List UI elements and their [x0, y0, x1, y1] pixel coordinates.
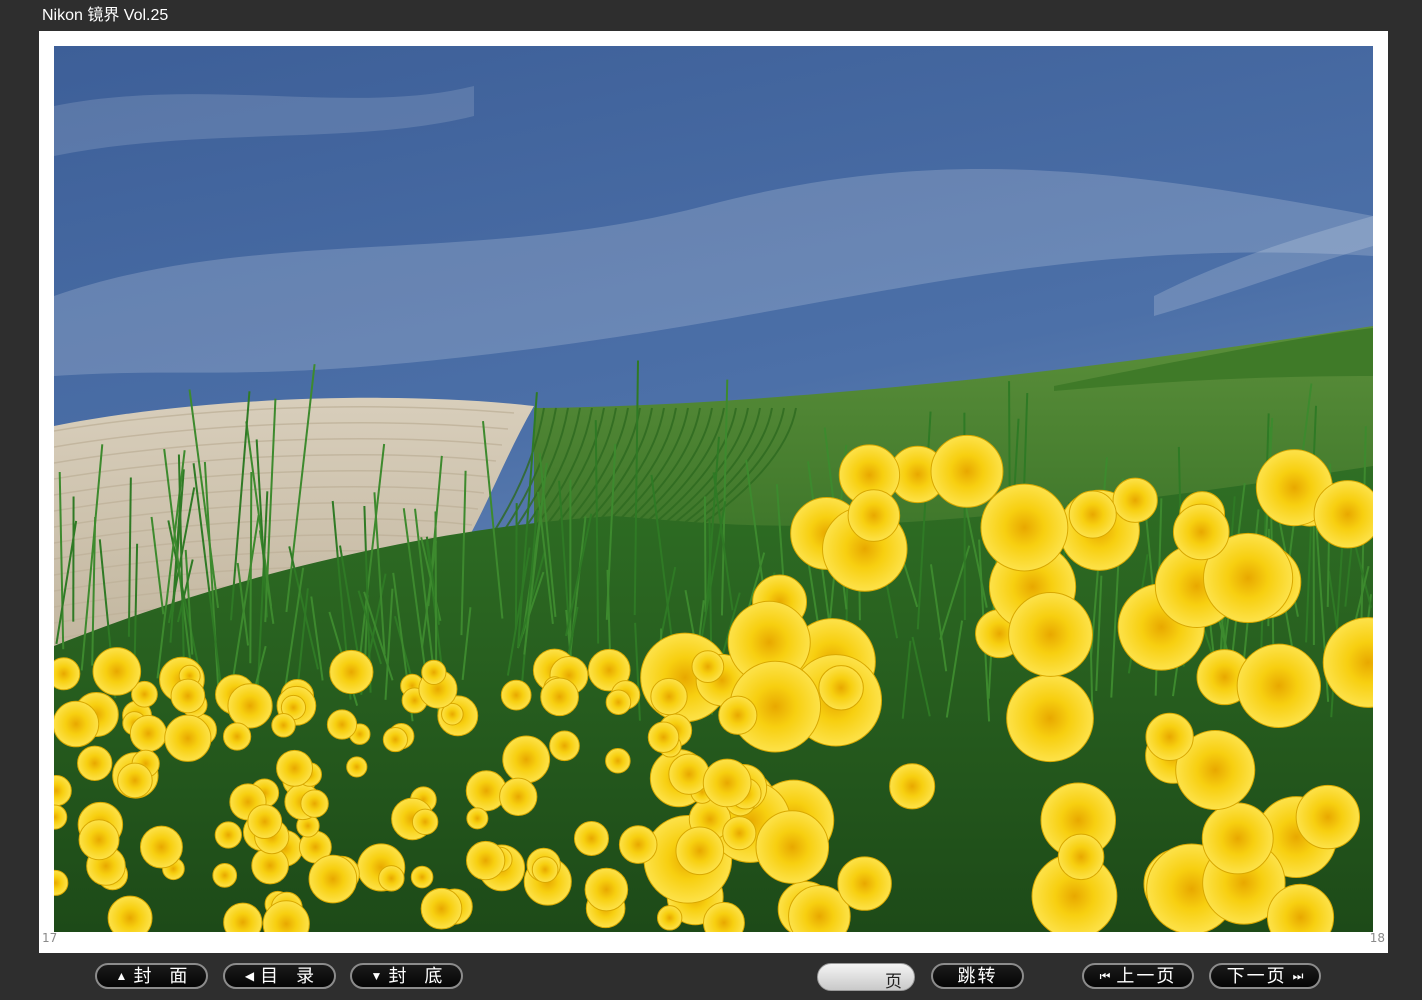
jump-button-label: 跳转 [957, 966, 998, 986]
skip-forward-icon: ⏭ [1292, 969, 1304, 983]
right-page-number: 18 [1369, 931, 1385, 945]
magazine-spread[interactable]: 17 18 [39, 31, 1388, 953]
jump-button[interactable]: 跳转 [931, 963, 1024, 989]
prev-page-button-label: 上一页 [1116, 966, 1177, 986]
triangle-up-icon: ▲ [115, 969, 128, 983]
bottom-toolbar: ▲ 封面 ◀ 目录 ▼ 封底 页 跳转 ⏮ 上一页 下一页 ⏭ [0, 955, 1422, 1000]
spread-photo [54, 46, 1373, 932]
back-cover-button-label: 封底 [388, 966, 461, 986]
skip-back-icon: ⏮ [1099, 969, 1111, 983]
page-number-input[interactable] [828, 967, 882, 989]
back-cover-button[interactable]: ▼ 封底 [350, 963, 463, 989]
contents-button-label: 目录 [260, 966, 333, 986]
title-bar: Nikon 镜界 Vol.25 [0, 0, 1422, 30]
triangle-left-icon: ◀ [244, 969, 255, 983]
page-number-field[interactable]: 页 [817, 963, 915, 991]
prev-page-button[interactable]: ⏮ 上一页 [1082, 963, 1194, 989]
triangle-down-icon: ▼ [370, 969, 383, 983]
contents-button[interactable]: ◀ 目录 [223, 963, 336, 989]
page-unit-label: 页 [885, 972, 902, 991]
cover-button-label: 封面 [133, 966, 206, 986]
next-page-button-label: 下一页 [1226, 966, 1287, 986]
left-page-number: 17 [42, 931, 58, 945]
cover-button[interactable]: ▲ 封面 [95, 963, 208, 989]
app-title: Nikon 镜界 Vol.25 [42, 7, 169, 24]
next-page-button[interactable]: 下一页 ⏭ [1209, 963, 1321, 989]
